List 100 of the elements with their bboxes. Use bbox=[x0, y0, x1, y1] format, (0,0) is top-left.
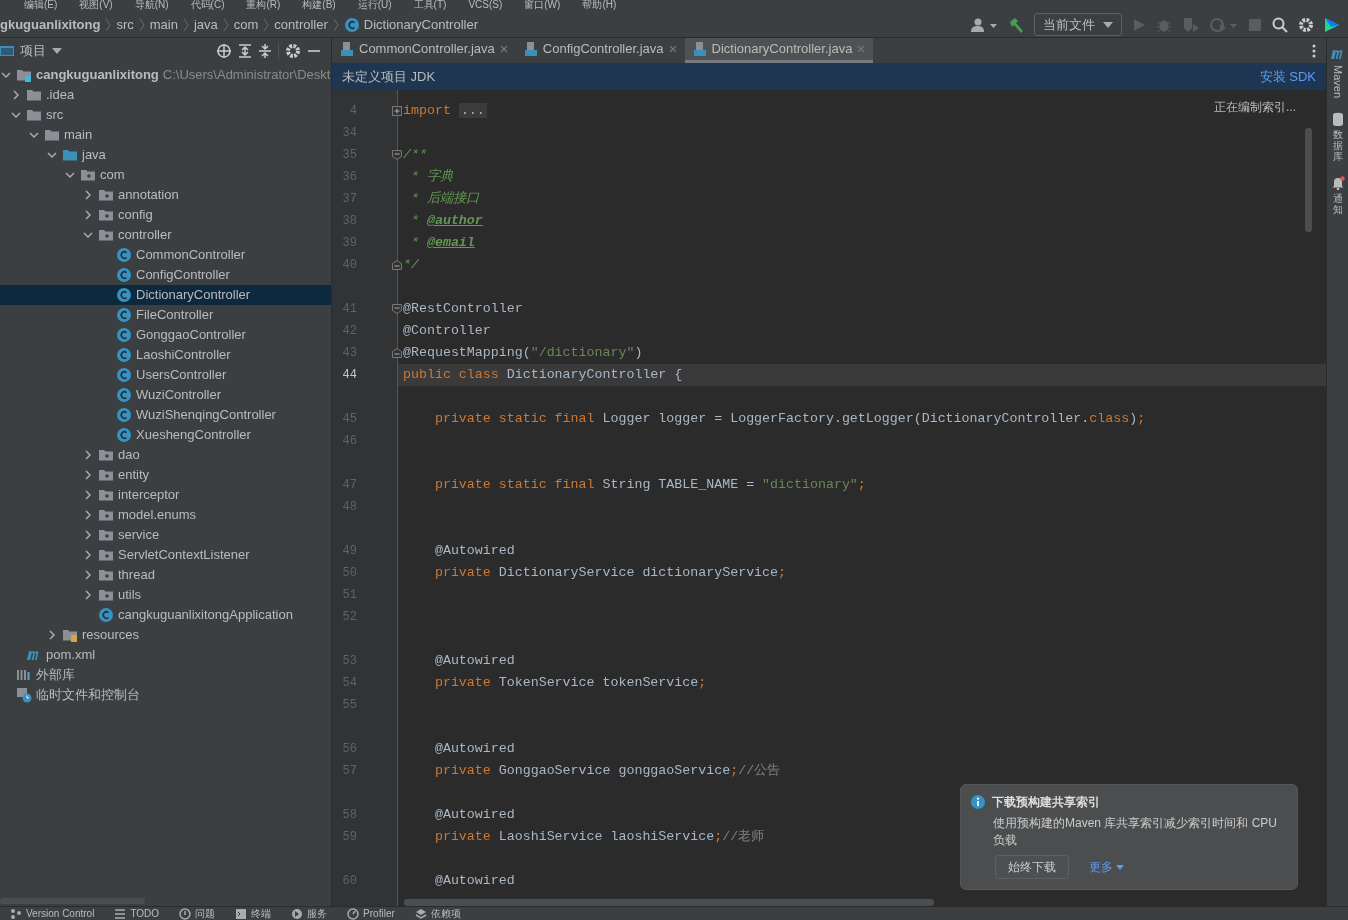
class-icon bbox=[116, 367, 132, 383]
tree-item[interactable]: interceptor bbox=[0, 485, 331, 505]
tree-item[interactable]: 外部库 bbox=[0, 665, 331, 685]
tree-item[interactable]: cangkuguanlixitongApplication bbox=[0, 605, 331, 625]
tree-item[interactable]: src bbox=[0, 105, 331, 125]
tree-item[interactable]: DictionaryController bbox=[0, 285, 331, 305]
editor-tab[interactable]: CommonController.java bbox=[332, 38, 516, 63]
tree-item[interactable]: service bbox=[0, 525, 331, 545]
more-icon[interactable] bbox=[1312, 43, 1316, 58]
run-configuration-dropdown[interactable]: 当前文件 bbox=[1034, 12, 1122, 37]
project-name[interactable]: cangkuguanlixitong bbox=[36, 65, 159, 85]
project-window-icon[interactable] bbox=[0, 45, 14, 57]
breadcrumb-item[interactable]: DictionaryController bbox=[363, 14, 478, 35]
database-tool-tab[interactable]: 数据库 bbox=[1332, 129, 1343, 163]
tool-window-tab[interactable]: Version Control bbox=[10, 907, 95, 920]
caret-icon[interactable] bbox=[52, 48, 62, 54]
tool-window-tab[interactable]: 问题 bbox=[179, 907, 216, 920]
breadcrumb-item[interactable]: controller bbox=[274, 14, 328, 35]
tree-item[interactable]: thread bbox=[0, 565, 331, 585]
menu-item[interactable]: 代码(C) bbox=[190, 0, 225, 12]
tree-item[interactable]: pom.xml bbox=[0, 645, 331, 665]
menu-item[interactable]: 帮助(H) bbox=[582, 0, 617, 12]
scrollbar[interactable] bbox=[1305, 128, 1312, 232]
package-icon bbox=[98, 227, 114, 243]
menu-item[interactable]: 构建(B) bbox=[302, 0, 336, 12]
menu-item[interactable]: VCS(S) bbox=[468, 0, 503, 12]
tree-item[interactable]: controller bbox=[0, 225, 331, 245]
tree-item[interactable]: 临时文件和控制台 bbox=[0, 685, 331, 705]
always-download-button[interactable]: 始终下载 bbox=[995, 855, 1069, 879]
database-icon[interactable] bbox=[1331, 112, 1344, 127]
source-folder-icon bbox=[62, 147, 78, 163]
menu-item[interactable]: 编辑(E) bbox=[24, 0, 58, 12]
info-icon bbox=[971, 795, 985, 810]
tree-item[interactable]: WuziShenqingController bbox=[0, 405, 331, 425]
tool-window-tab[interactable]: 依赖项 bbox=[414, 907, 461, 920]
more-link[interactable]: 更多 bbox=[1088, 858, 1124, 876]
notifications-tool-tab[interactable]: 通知 bbox=[1332, 193, 1343, 216]
settings-icon[interactable] bbox=[285, 43, 301, 59]
tool-window-tab[interactable]: 服务 bbox=[291, 907, 328, 920]
breadcrumb-item[interactable]: java bbox=[193, 14, 218, 35]
editor-tab[interactable]: ConfigController.java bbox=[515, 38, 685, 63]
tree-item[interactable]: UsersController bbox=[0, 365, 331, 385]
tool-window-tab[interactable]: Profiler bbox=[347, 907, 395, 920]
class-icon bbox=[116, 267, 132, 283]
tree-item[interactable]: GonggaoController bbox=[0, 325, 331, 345]
tree-item[interactable]: entity bbox=[0, 465, 331, 485]
tool-window-tab[interactable]: 终端 bbox=[235, 907, 272, 920]
expand-all-icon[interactable] bbox=[238, 43, 252, 59]
install-sdk-link[interactable]: 安装 SDK bbox=[1259, 67, 1316, 87]
breadcrumb-item[interactable]: com bbox=[233, 14, 259, 35]
tree-item[interactable]: resources bbox=[0, 625, 331, 645]
scrollbar[interactable] bbox=[404, 899, 934, 906]
code-line: private GonggaoService gonggaoService;//公告 bbox=[433, 762, 781, 781]
breadcrumb-item[interactable]: main bbox=[149, 14, 178, 35]
close-icon[interactable] bbox=[499, 45, 508, 53]
menu-item[interactable]: 导航(N) bbox=[134, 0, 169, 12]
maven-tool-tab[interactable]: Maven bbox=[1329, 65, 1346, 99]
tree-item[interactable]: LaoshiController bbox=[0, 345, 331, 365]
tree-item[interactable]: java bbox=[0, 145, 331, 165]
user-dropdown-icon[interactable] bbox=[970, 16, 998, 33]
tree-item[interactable]: XueshengController bbox=[0, 425, 331, 445]
tree-item[interactable]: ConfigController bbox=[0, 265, 331, 285]
locate-icon[interactable] bbox=[216, 43, 232, 59]
tree-item[interactable]: WuziController bbox=[0, 385, 331, 405]
menu-item[interactable]: 运行(U) bbox=[357, 0, 392, 12]
fold-end-icon[interactable] bbox=[392, 260, 402, 270]
menu-item[interactable]: 窗口(W) bbox=[524, 0, 561, 12]
fold-end-icon[interactable] bbox=[392, 348, 402, 358]
toolbox-logo-icon[interactable] bbox=[1324, 16, 1340, 33]
fold-collapse-icon[interactable] bbox=[392, 150, 402, 160]
breadcrumb-item[interactable]: src bbox=[116, 14, 134, 35]
tree-item[interactable]: main bbox=[0, 125, 331, 145]
fold-expand-icon[interactable] bbox=[392, 106, 402, 116]
editor-tab[interactable]: DictionaryController.java bbox=[684, 38, 874, 63]
fold-collapse-icon[interactable] bbox=[392, 304, 402, 314]
collapse-all-icon[interactable] bbox=[258, 43, 272, 59]
tree-item[interactable]: annotation bbox=[0, 185, 331, 205]
class-icon bbox=[116, 347, 132, 363]
menu-item[interactable]: 重构(R) bbox=[246, 0, 281, 12]
tree-item[interactable]: CommonController bbox=[0, 245, 331, 265]
library-icon bbox=[16, 667, 32, 683]
close-icon[interactable] bbox=[668, 45, 677, 53]
search-icon[interactable] bbox=[1272, 16, 1288, 33]
tree-item[interactable]: config bbox=[0, 205, 331, 225]
menu-item[interactable]: 工具(T) bbox=[413, 0, 447, 12]
indexing-status: 正在编制索引... bbox=[1214, 99, 1296, 116]
breadcrumb-item[interactable]: gkuguanlixitong bbox=[0, 14, 101, 35]
settings-icon[interactable] bbox=[1298, 16, 1314, 33]
tree-item[interactable]: com bbox=[0, 165, 331, 185]
tree-item[interactable]: dao bbox=[0, 445, 331, 465]
menu-item[interactable]: 视图(V) bbox=[79, 0, 113, 12]
tree-item[interactable]: ServletContextListener bbox=[0, 545, 331, 565]
bell-icon[interactable] bbox=[1330, 176, 1345, 191]
tree-item[interactable]: FileController bbox=[0, 305, 331, 325]
package-icon bbox=[98, 447, 114, 463]
tree-item[interactable]: .idea bbox=[0, 85, 331, 105]
tool-window-tab[interactable]: TODO bbox=[114, 907, 160, 920]
hammer-icon[interactable] bbox=[1008, 16, 1024, 33]
tree-item[interactable]: model.enums bbox=[0, 505, 331, 525]
tree-item[interactable]: utils bbox=[0, 585, 331, 605]
